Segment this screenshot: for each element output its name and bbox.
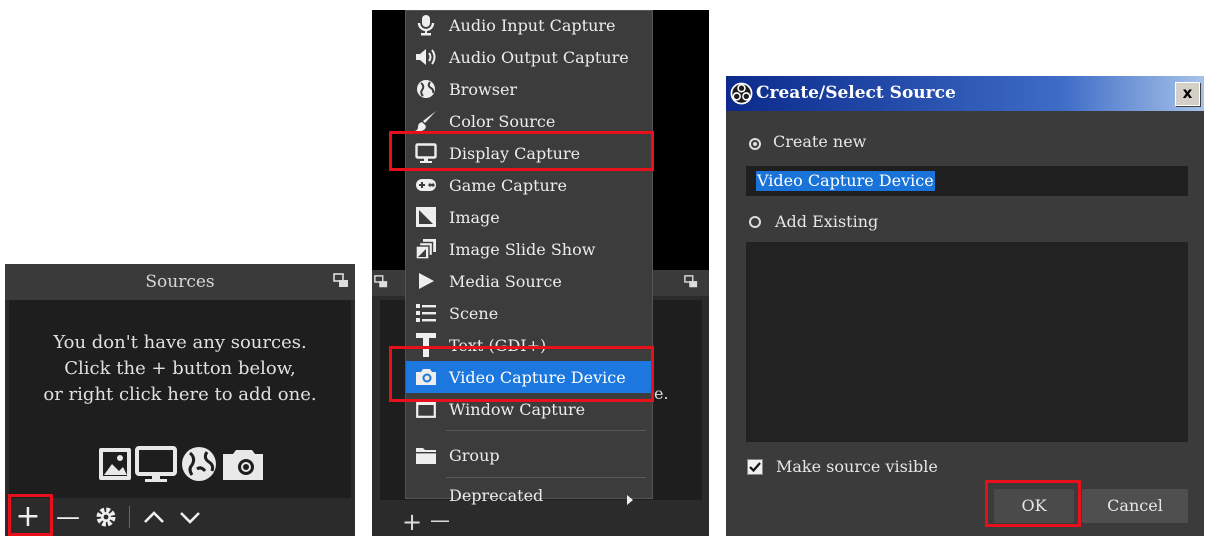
dialog-titlebar: Create/Select Source x <box>726 76 1204 111</box>
sources-panel: Sources You don't have any sources. Clic… <box>5 264 355 536</box>
sources-toolbar: + — <box>5 498 355 536</box>
move-source-up-button[interactable] <box>137 500 171 534</box>
create-select-source-dialog: Create/Select Source x Create new Video … <box>726 76 1204 536</box>
create-new-label: Create new <box>773 132 867 151</box>
globe-icon <box>415 78 437 100</box>
source-name-input[interactable]: Video Capture Device <box>746 166 1188 196</box>
dialog-title: Create/Select Source <box>756 83 956 103</box>
existing-sources-list[interactable] <box>746 242 1188 442</box>
menu-item-deprecated[interactable]: Deprecated <box>406 480 652 510</box>
undock-icon[interactable] <box>684 275 698 289</box>
brush-icon <box>415 110 437 132</box>
globe-icon <box>182 447 216 481</box>
undock-icon[interactable] <box>333 273 349 289</box>
obs-logo-icon <box>730 82 753 105</box>
add-source-button[interactable]: + <box>402 508 422 536</box>
undock-icon[interactable] <box>374 275 388 289</box>
add-button-highlight <box>8 494 53 536</box>
display-capture-highlight <box>389 131 654 171</box>
add-source-menu-panel: e. + — Audio Input Capture Audio Output … <box>372 10 709 536</box>
menu-item-media-source[interactable]: Media Source <box>406 265 652 297</box>
slideshow-icon <box>415 238 437 260</box>
make-source-visible-label: Make source visible <box>776 457 938 476</box>
list-icon <box>415 302 437 324</box>
menu-item-audio-output-capture[interactable]: Audio Output Capture <box>406 41 652 73</box>
menu-item-game-capture[interactable]: Game Capture <box>406 169 652 201</box>
source-name-value: Video Capture Device <box>756 171 935 191</box>
submenu-arrow-icon <box>626 490 634 509</box>
move-source-down-button[interactable] <box>173 500 207 534</box>
gear-icon <box>96 507 116 527</box>
speaker-icon <box>415 46 437 68</box>
video-capture-device-highlight <box>389 346 654 402</box>
menu-separator <box>446 477 646 478</box>
ok-button-highlight <box>985 480 1081 527</box>
gamepad-icon <box>415 174 437 196</box>
menu-item-group[interactable]: Group <box>406 439 652 471</box>
create-new-radio[interactable] <box>749 138 761 150</box>
make-source-visible-checkbox[interactable] <box>747 459 763 475</box>
menu-item-image-slide-show[interactable]: Image Slide Show <box>406 233 652 265</box>
sources-list[interactable]: You don't have any sources. Click the + … <box>9 300 351 498</box>
menu-item-audio-input-capture[interactable]: Audio Input Capture <box>406 9 652 41</box>
background-text-fragment: e. <box>654 384 669 403</box>
menu-item-image[interactable]: Image <box>406 201 652 233</box>
sources-panel-title: Sources <box>5 264 355 300</box>
remove-source-button[interactable]: — <box>51 500 85 534</box>
source-type-menu: Audio Input Capture Audio Output Capture… <box>405 9 653 505</box>
cancel-button[interactable]: Cancel <box>1082 489 1188 523</box>
remove-source-button[interactable]: — <box>430 508 450 532</box>
image-icon <box>415 206 437 228</box>
camera-icon <box>223 450 263 480</box>
chevron-down-icon <box>180 512 200 524</box>
menu-separator <box>446 430 646 431</box>
menu-item-scene[interactable]: Scene <box>406 297 652 329</box>
chevron-up-icon <box>144 511 164 523</box>
folder-icon <box>415 444 437 466</box>
add-existing-radio[interactable] <box>749 216 761 228</box>
menu-item-browser[interactable]: Browser <box>406 73 652 105</box>
microphone-icon <box>415 14 437 36</box>
monitor-icon <box>135 446 177 482</box>
toolbar-divider <box>129 506 130 528</box>
add-existing-label: Add Existing <box>775 212 879 231</box>
empty-sources-message: You don't have any sources. Click the + … <box>43 332 317 405</box>
image-icon <box>99 448 131 480</box>
close-button[interactable]: x <box>1175 82 1200 106</box>
source-types-icon-row <box>99 446 263 482</box>
play-icon <box>415 270 437 292</box>
checkmark-icon <box>749 462 761 473</box>
source-properties-button[interactable] <box>89 500 123 534</box>
